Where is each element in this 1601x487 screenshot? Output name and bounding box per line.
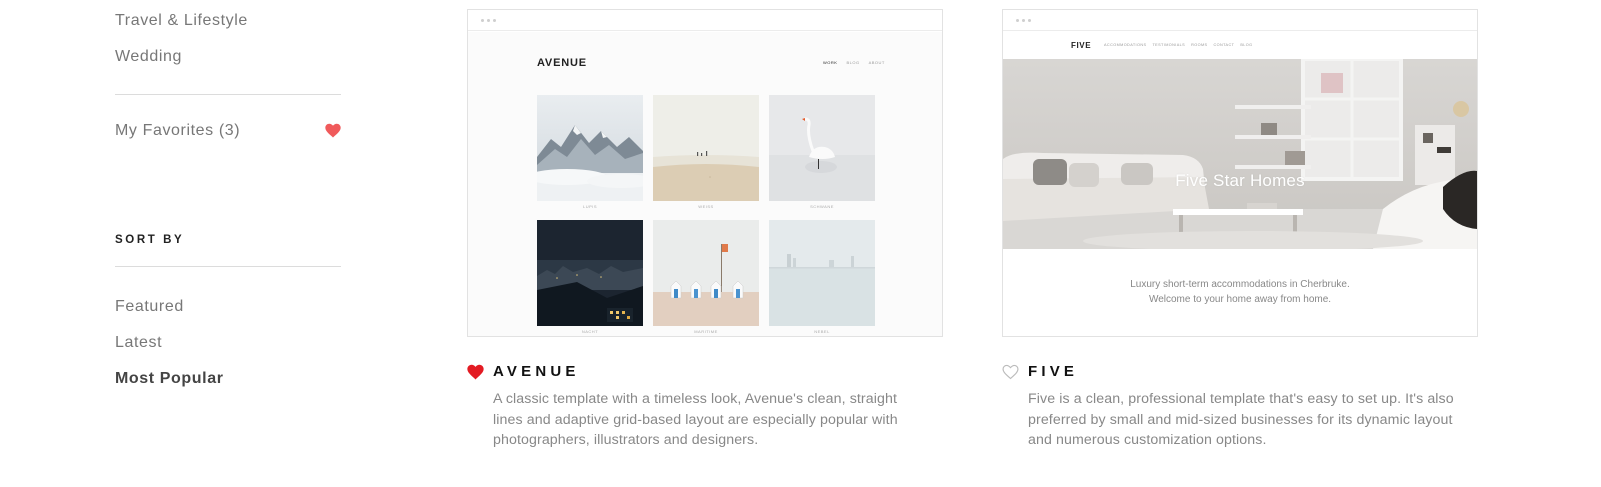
- avenue-thumb-mountains: [537, 95, 643, 201]
- avenue-thumb-caption: MARITIME: [694, 329, 718, 334]
- window-dot-icon: [1028, 19, 1031, 22]
- avenue-nav-item: WORK: [823, 60, 838, 65]
- template-card-five: FIVE ACCOMMODATIONS TESTIMONIALS ROOMS CONT…: [1002, 9, 1478, 448]
- sort-divider: [115, 266, 341, 267]
- category-link-wedding[interactable]: Wedding: [115, 48, 182, 66]
- avenue-thumb-foggy-sea: [769, 220, 875, 326]
- avenue-site-nav: WORK BLOG ABOUT: [823, 60, 894, 65]
- heart-outline-icon[interactable]: [1002, 364, 1019, 380]
- window-dot-icon: [1022, 19, 1025, 22]
- five-site-preview: FIVE ACCOMMODATIONS TESTIMONIALS ROOMS CONT…: [1003, 32, 1477, 336]
- sidebar-divider: [115, 94, 341, 95]
- five-site-nav: ACCOMMODATIONS TESTIMONIALS ROOMS CONTACT BL…: [1104, 43, 1259, 47]
- five-nav-item: ROOMS: [1191, 43, 1208, 47]
- template-title[interactable]: AVENUE: [493, 363, 580, 380]
- my-favorites-link[interactable]: My Favorites (3): [115, 121, 341, 141]
- five-tagline-line: Welcome to your home away from home.: [1148, 294, 1332, 305]
- five-tagline-line: Luxury short-term accommodations in Cher…: [1130, 279, 1350, 290]
- avenue-nav-item: BLOG: [846, 60, 860, 65]
- five-nav-item: CONTACT: [1213, 43, 1235, 47]
- window-dot-icon: [493, 19, 496, 22]
- avenue-site-preview: AVENUE WORK BLOG ABOUT LUPIS WEISS SCHWA…: [468, 32, 942, 336]
- template-description: Five is a clean, professional template t…: [1028, 391, 1454, 448]
- avenue-thumb-caption: SCHWANE: [810, 204, 834, 209]
- browser-chrome: [1003, 10, 1477, 31]
- five-nav-item: TESTIMONIALS: [1152, 43, 1186, 47]
- five-site-logo: FIVE: [1071, 41, 1092, 50]
- category-link-travel-lifestyle[interactable]: Travel & Lifestyle: [115, 12, 248, 30]
- heart-icon: [325, 123, 341, 138]
- avenue-site-logo: AVENUE: [537, 57, 587, 69]
- heart-filled-icon[interactable]: [467, 364, 484, 380]
- template-filter-sidebar: Travel & Lifestyle Wedding My Favorites …: [0, 0, 400, 487]
- avenue-thumb-swan: [769, 95, 875, 201]
- my-favorites-label: My Favorites (3): [115, 122, 241, 139]
- five-hero-title: Five Star Homes: [1175, 171, 1305, 190]
- sort-option-most-popular[interactable]: Most Popular: [115, 370, 224, 388]
- sort-option-featured[interactable]: Featured: [115, 298, 184, 316]
- avenue-nav-item: ABOUT: [868, 60, 885, 65]
- five-tagline: Luxury short-term accommodations in Cher…: [1003, 277, 1477, 307]
- avenue-thumb-caption: LUPIS: [582, 204, 598, 209]
- avenue-thumb-beach-huts: [653, 220, 759, 326]
- sort-option-latest[interactable]: Latest: [115, 334, 162, 352]
- template-card-avenue: AVENUE WORK BLOG ABOUT LUPIS WEISS SCHWA…: [467, 9, 943, 448]
- browser-chrome: [468, 10, 942, 31]
- five-nav-item: ACCOMMODATIONS: [1104, 43, 1147, 47]
- window-dot-icon: [487, 19, 490, 22]
- avenue-thumb-caption: NACHT: [581, 329, 599, 334]
- window-dot-icon: [481, 19, 484, 22]
- template-preview-five[interactable]: FIVE ACCOMMODATIONS TESTIMONIALS ROOMS CONT…: [1002, 9, 1478, 337]
- sort-by-heading: SORT BY: [115, 234, 185, 246]
- avenue-thumb-caption: NEBEL: [814, 329, 830, 334]
- avenue-thumb-caption: WEISS: [698, 204, 714, 209]
- avenue-thumb-night-city: [537, 220, 643, 326]
- five-hero-image: Five Star Homes: [1003, 59, 1477, 249]
- avenue-thumb-beach: [653, 95, 759, 201]
- window-dot-icon: [1016, 19, 1019, 22]
- template-description: A classic template with a timeless look,…: [493, 391, 898, 448]
- five-nav-item: BLOG: [1240, 43, 1253, 47]
- template-preview-avenue[interactable]: AVENUE WORK BLOG ABOUT LUPIS WEISS SCHWA…: [467, 9, 943, 337]
- template-title[interactable]: FIVE: [1028, 363, 1078, 380]
